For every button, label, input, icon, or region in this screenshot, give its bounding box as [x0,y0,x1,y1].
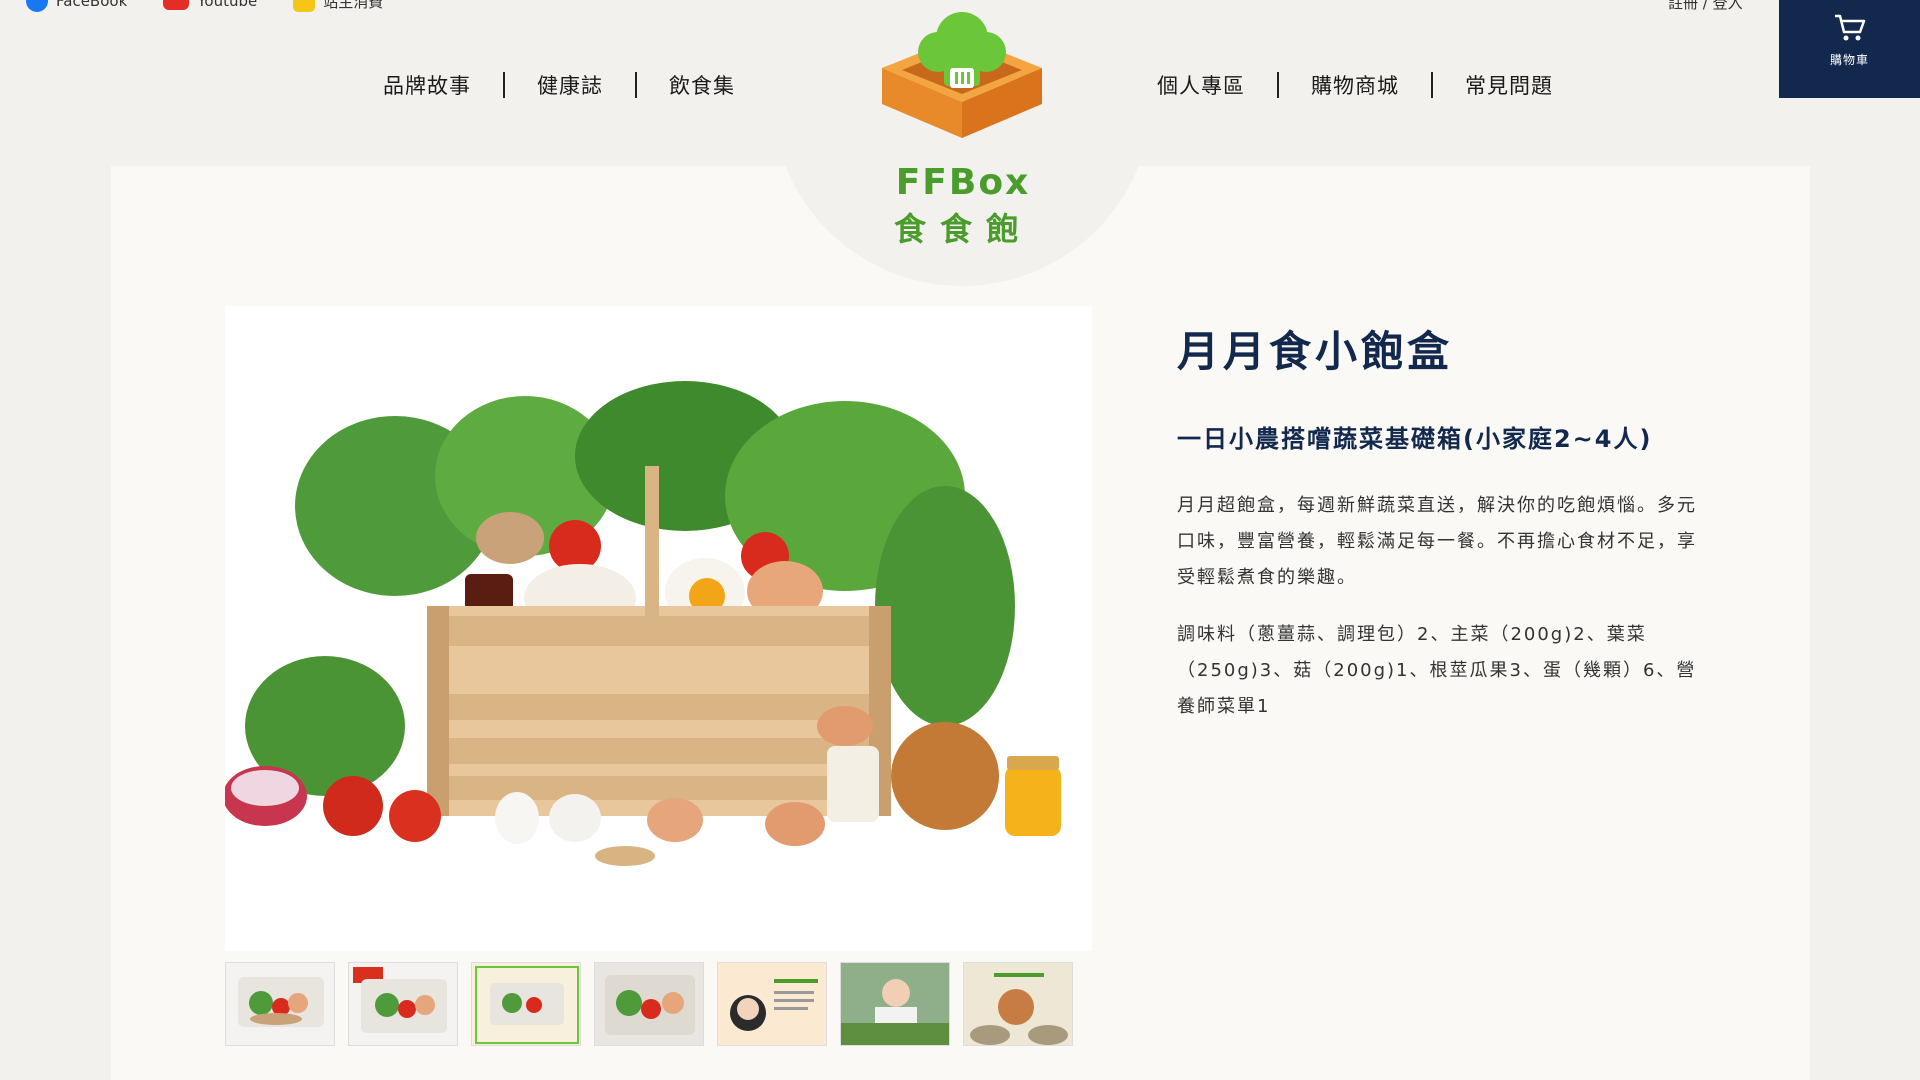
vegetable-crate-illustration [225,381,1061,866]
thumbnail-1[interactable] [225,962,335,1046]
product-contents: 調味料（蔥薑蒜、調理包）2、主菜（200g)2、葉菜（250g)3、菇（200g… [1177,624,1697,717]
main-nav-right: 個人專區 購物商城 常見問題 [1157,70,1553,100]
thumbnail-2[interactable] [348,962,458,1046]
product-subtitle: 一日小農搭嚐蔬菜基礎箱(小家庭2~4人) [1177,425,1653,453]
line-link[interactable]: 站主消費 [293,0,383,12]
nav-shop[interactable]: 購物商城 [1311,70,1399,100]
nav-faq[interactable]: 常見問題 [1465,70,1553,100]
nav-brand-story[interactable]: 品牌故事 [383,70,471,100]
nav-personal-area[interactable]: 個人專區 [1157,70,1245,100]
youtube-link[interactable]: Youtube [163,0,257,10]
brand-name: FFBox [895,162,1031,203]
cart-label: 購物車 [1829,53,1869,67]
line-label: 站主消費 [323,0,384,11]
product-title: 月月食小飽盒 [1177,327,1454,376]
nav-divider [503,72,505,98]
facebook-link[interactable]: FaceBook [26,0,127,12]
login-link[interactable]: 註冊 / 登入 [1668,0,1743,13]
nav-divider [1431,72,1433,98]
brand-subname: 食食飽 [893,210,1032,248]
social-links: FaceBook Youtube 站主消費 [26,0,383,12]
product-description: 月月超飽盒，每週新鮮蔬菜直送，解決你的吃飽煩惱。多元口味，豐富營養，輕鬆滿足每一… [1177,495,1697,588]
youtube-icon [163,0,190,10]
nav-divider [635,72,637,98]
nav-diet-collection[interactable]: 飲食集 [669,70,735,100]
thumbnail-6[interactable] [840,962,950,1046]
cart-icon [1834,14,1865,41]
thumbnail-7[interactable] [963,962,1073,1046]
nav-divider [1277,72,1279,98]
facebook-label: FaceBook [56,0,128,10]
main-nav-left: 品牌故事 健康誌 飲食集 [383,70,735,100]
youtube-label: Youtube [197,0,258,10]
product-main-image[interactable] [225,306,1092,951]
line-icon [293,0,316,12]
thumbnail-3[interactable] [471,962,581,1046]
thumbnail-4[interactable] [594,962,704,1046]
facebook-icon [26,0,48,12]
product-thumbnails [225,962,1073,1046]
brand-logo[interactable] [872,6,1052,166]
thumbnail-5[interactable] [717,962,827,1046]
nav-health-journal[interactable]: 健康誌 [537,70,603,100]
cart-button[interactable]: 購物車 [1779,0,1920,98]
